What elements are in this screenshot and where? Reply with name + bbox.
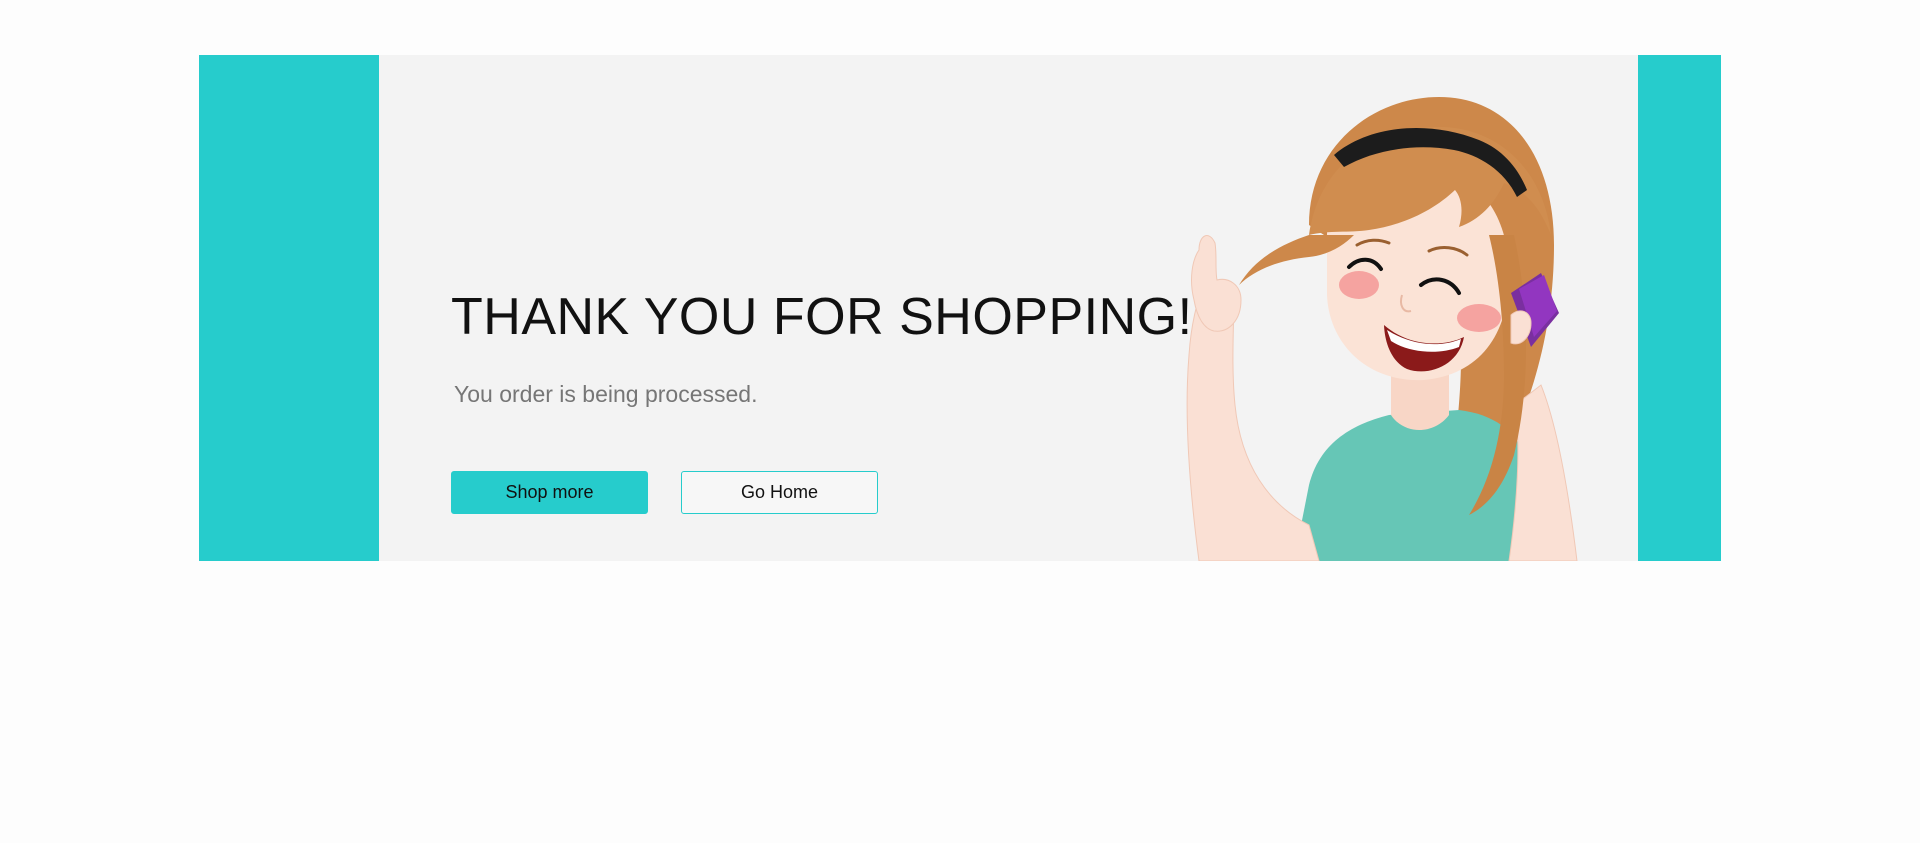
- girl-on-phone-illustration: [1186, 97, 1578, 561]
- page-title: THANK YOU FOR SHOPPING!: [451, 288, 1193, 346]
- thank-you-banner: THANK YOU FOR SHOPPING! You order is bei…: [199, 55, 1721, 561]
- banner-content-panel: THANK YOU FOR SHOPPING! You order is bei…: [379, 55, 1638, 561]
- go-home-button[interactable]: Go Home: [681, 471, 878, 514]
- order-status-message: You order is being processed.: [454, 381, 758, 407]
- shop-more-button[interactable]: Shop more: [451, 471, 648, 514]
